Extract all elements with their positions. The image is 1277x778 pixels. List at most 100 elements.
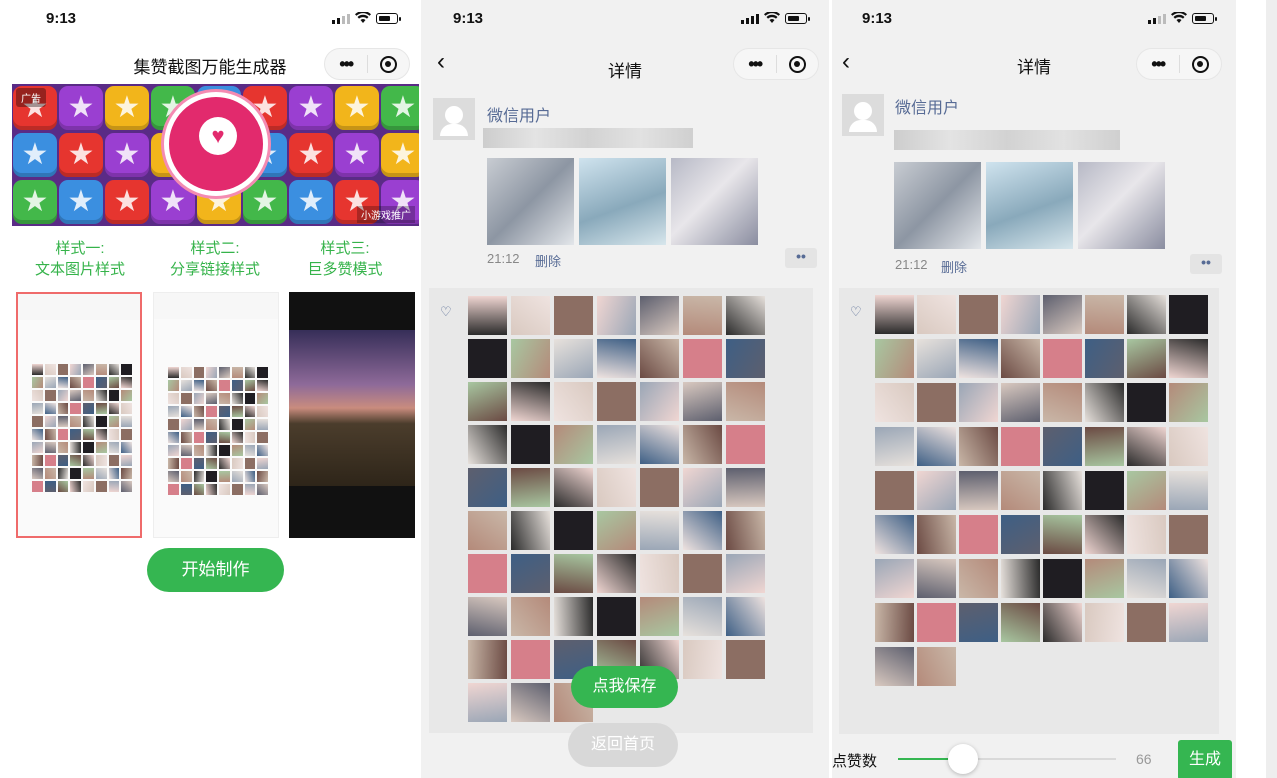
photo-3[interactable] <box>671 158 758 245</box>
nickname[interactable]: 微信用户 <box>487 102 551 126</box>
preview-avatar <box>121 364 132 375</box>
preview-avatar <box>108 416 120 427</box>
photo-2[interactable] <box>986 162 1073 249</box>
preview-avatar <box>95 455 107 466</box>
preview-avatar <box>244 432 256 443</box>
photo-1[interactable] <box>894 162 981 249</box>
liker-avatar <box>683 339 722 378</box>
preview-header <box>154 293 278 319</box>
preview-avatar <box>206 380 217 391</box>
liker-avatar <box>554 597 593 636</box>
style-three-label[interactable]: 样式三: 巨多赞模式 <box>277 238 413 280</box>
more-dots-icon[interactable]: ••• <box>1137 55 1179 73</box>
status-bar: 9:13 <box>0 0 420 38</box>
preview-avatar <box>180 419 192 430</box>
battery-icon <box>785 13 810 24</box>
comment-dots-icon[interactable]: •• <box>1190 254 1222 274</box>
star-tile-icon: ★ <box>289 86 333 130</box>
preview-avatar <box>57 390 69 401</box>
nav-bar: ‹ 详情 ••• <box>832 44 1236 82</box>
liker-avatar <box>1127 295 1166 334</box>
scrollbar[interactable] <box>1266 0 1277 778</box>
liker-avatar <box>511 468 550 507</box>
liker-avatar <box>683 511 722 550</box>
star-tile-icon: ★ <box>335 133 379 177</box>
start-button[interactable]: 开始制作 <box>147 548 284 592</box>
photo-2[interactable] <box>579 158 666 245</box>
liker-avatar <box>875 515 914 554</box>
nav-bar: 集赞截图万能生成器 ••• <box>0 44 420 82</box>
status-icons <box>332 12 401 24</box>
liker-avatar <box>726 640 765 679</box>
style-two-preview[interactable] <box>153 292 279 538</box>
preview-avatar <box>121 416 132 427</box>
preview-avatar <box>244 471 256 482</box>
nav-bar: ‹ 详情 ••• <box>421 44 829 82</box>
star-tile-icon: ★ <box>289 133 333 177</box>
battery-icon <box>376 13 401 24</box>
ad-banner[interactable]: ★★★★★★★★★★★★★★★★★★★★★★★★★★★ 广告 小游戏推广 <box>12 84 419 226</box>
liker-avatar <box>726 339 765 378</box>
liker-avatar <box>683 640 722 679</box>
liker-avatar <box>959 383 998 422</box>
preview-avatar <box>206 419 217 430</box>
home-button[interactable]: 返回首页 <box>568 723 678 767</box>
liker-avatar <box>875 339 914 378</box>
liker-avatar <box>917 603 956 642</box>
liker-avatar <box>1127 383 1166 422</box>
preview-avatar <box>83 377 94 388</box>
photo-1[interactable] <box>487 158 574 245</box>
preview-avatar <box>219 484 230 495</box>
preview-avatar <box>44 442 56 453</box>
preview-avatar <box>57 429 69 440</box>
preview-avatar <box>193 458 205 469</box>
comment-dots-icon[interactable]: •• <box>785 248 817 268</box>
style-three-title: 样式三: <box>320 240 370 257</box>
preview-avatar <box>193 367 205 378</box>
preview-avatar <box>168 380 179 391</box>
liker-avatar <box>726 296 765 335</box>
preview-avatar <box>83 390 94 401</box>
liker-avatar <box>1085 559 1124 598</box>
preview-avatar <box>193 432 205 443</box>
liker-avatar <box>554 382 593 421</box>
preview-avatar <box>95 442 107 453</box>
likes-slider[interactable] <box>898 758 1116 760</box>
more-dots-icon[interactable]: ••• <box>734 55 776 73</box>
record-circle-icon[interactable] <box>1179 55 1221 73</box>
preview-avatar <box>231 393 243 404</box>
preview-avatar <box>44 364 56 375</box>
liker-avatar <box>554 554 593 593</box>
star-tile-icon: ★ <box>13 133 57 177</box>
preview-avatar <box>231 419 243 430</box>
preview-avatar <box>257 419 268 430</box>
preview-avatar <box>57 416 69 427</box>
liker-avatar <box>917 559 956 598</box>
delete-link[interactable]: 删除 <box>941 257 967 276</box>
record-circle-icon[interactable] <box>776 55 818 73</box>
generate-button[interactable]: 生成 <box>1178 740 1232 778</box>
default-user-icon[interactable] <box>433 98 475 140</box>
preview-avatar <box>32 455 43 466</box>
more-dots-icon[interactable]: ••• <box>325 55 367 73</box>
save-button[interactable]: 点我保存 <box>571 666 678 708</box>
likes-slider-row: 点赞数 66 生成 <box>832 738 1236 778</box>
photo-3[interactable] <box>1078 162 1165 249</box>
star-tile-icon: ★ <box>243 180 287 224</box>
liker-avatar <box>468 597 507 636</box>
style-two-label[interactable]: 样式二: 分享链接样式 <box>147 238 283 280</box>
default-user-icon[interactable] <box>842 94 884 136</box>
preview-avatar <box>219 471 230 482</box>
liker-avatar <box>959 295 998 334</box>
style-one-label[interactable]: 样式一: 文本图片样式 <box>12 238 148 280</box>
preview-avatar <box>257 380 268 391</box>
preview-avatar <box>83 455 94 466</box>
nickname[interactable]: 微信用户 <box>895 94 959 118</box>
liker-avatar <box>511 296 550 335</box>
record-circle-icon[interactable] <box>367 55 409 73</box>
style-three-preview[interactable] <box>289 292 415 538</box>
delete-link[interactable]: 删除 <box>535 251 561 270</box>
likes-slider-knob[interactable] <box>948 744 979 774</box>
star-tile-icon: ★ <box>13 180 57 224</box>
style-one-preview[interactable] <box>16 292 142 538</box>
